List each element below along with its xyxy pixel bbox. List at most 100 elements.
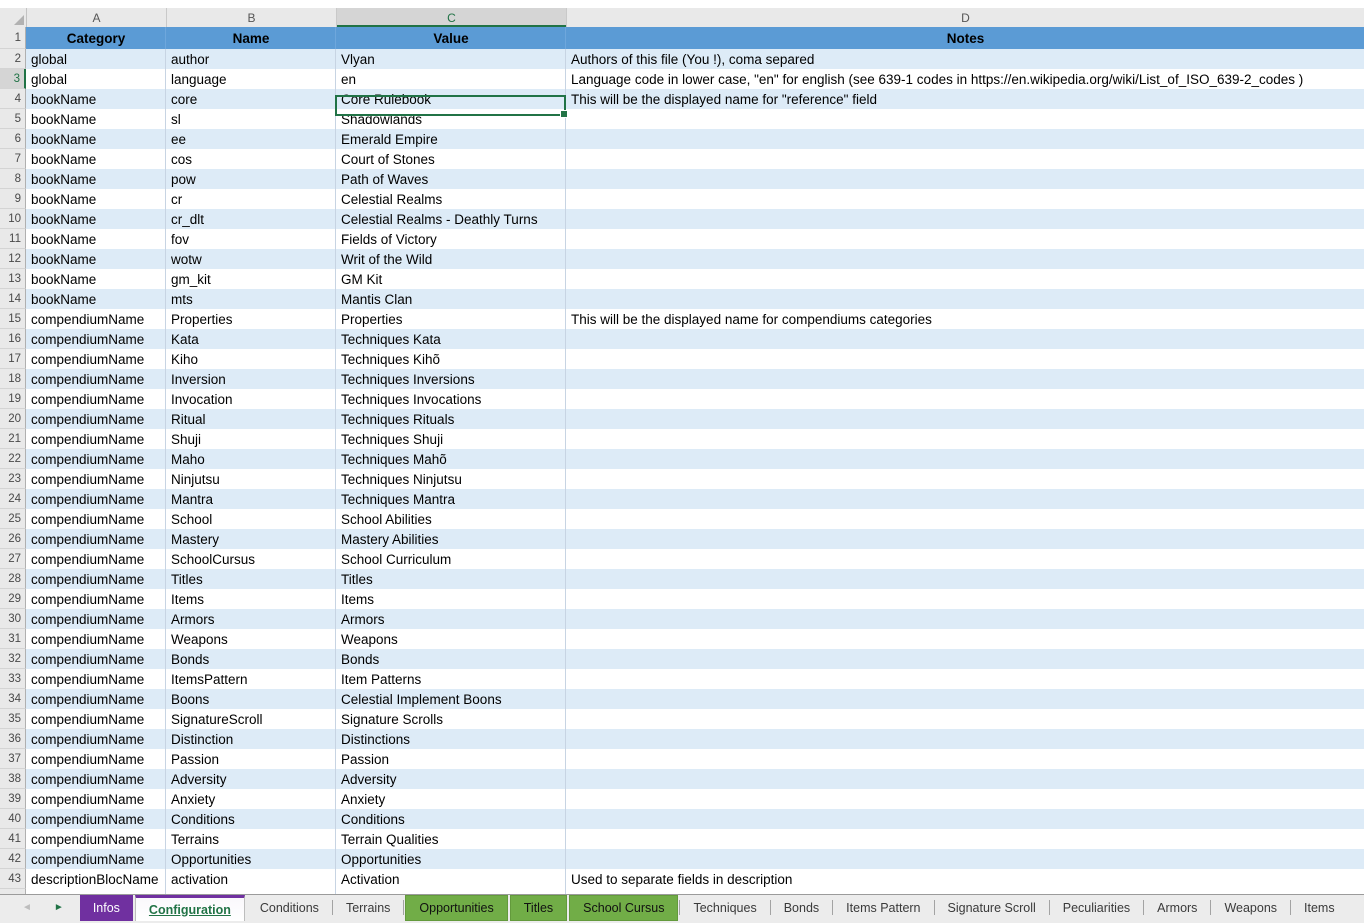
cell-value[interactable]: Bonds [336,649,566,669]
sheet-tab-peculiarities[interactable]: Peculiarities [1050,895,1143,921]
cell-category[interactable]: compendiumName [26,409,166,429]
cell-name[interactable]: cr_dlt [166,209,336,229]
row-header[interactable]: 12 [0,249,26,269]
cell-value[interactable]: Celestial Realms [336,189,566,209]
cell-notes[interactable] [566,689,1364,709]
cell-value[interactable]: Path of Waves [336,169,566,189]
cell-notes[interactable] [566,189,1364,209]
cell-notes[interactable]: Language code in lower case, "en" for en… [566,69,1364,89]
row-header[interactable]: 16 [0,329,26,349]
cell-category[interactable]: bookName [26,189,166,209]
row-header[interactable]: 14 [0,289,26,309]
cell-value[interactable]: Activation [336,869,566,889]
cell-value[interactable]: Passion [336,749,566,769]
cell-category[interactable]: compendiumName [26,329,166,349]
cell-name[interactable]: Invocation [166,389,336,409]
cell-value[interactable]: en [336,69,566,89]
cell-notes[interactable] [566,269,1364,289]
cell-notes[interactable] [566,349,1364,369]
cell-value[interactable]: Armors [336,609,566,629]
cell-name[interactable]: Mantra [166,489,336,509]
cell-notes[interactable] [566,409,1364,429]
header-cell-notes[interactable]: Notes [566,27,1364,49]
cell-category[interactable]: compendiumName [26,709,166,729]
cell-name[interactable]: Conditions [166,809,336,829]
active-cell-selection[interactable] [335,95,566,116]
row-header[interactable]: 37 [0,749,26,769]
cell-notes[interactable] [566,129,1364,149]
cell-category[interactable]: compendiumName [26,609,166,629]
cell-category[interactable]: compendiumName [26,809,166,829]
cell-category[interactable]: compendiumName [26,349,166,369]
cell-value[interactable]: Weapons [336,629,566,649]
cell-name[interactable]: Armors [166,609,336,629]
cell-notes[interactable] [566,289,1364,309]
cell-name[interactable]: cos [166,149,336,169]
row-header[interactable]: 41 [0,829,26,849]
cell-notes[interactable] [566,589,1364,609]
row-header[interactable]: 10 [0,209,26,229]
cell-name[interactable]: Bonds [166,649,336,669]
cell-name[interactable]: Boons [166,689,336,709]
row-header[interactable]: 11 [0,229,26,249]
cell-notes[interactable] [566,509,1364,529]
cell-value[interactable]: Adversity [336,769,566,789]
row-header[interactable]: 24 [0,489,26,509]
cell-category[interactable]: compendiumName [26,729,166,749]
row-header[interactable]: 17 [0,349,26,369]
cell-category[interactable]: compendiumName [26,469,166,489]
cell-category[interactable]: compendiumName [26,749,166,769]
cell-name[interactable]: language [166,69,336,89]
sheet-tab-infos[interactable]: Infos [80,895,133,921]
row-header[interactable]: 32 [0,649,26,669]
sheet-tab-techniques[interactable]: Techniques [680,895,769,921]
cell-name[interactable]: ItemsPattern [166,669,336,689]
sheet-tab-titles[interactable]: Titles [510,895,567,921]
cell-name[interactable]: Shuji [166,429,336,449]
sheet-tab-signature-scroll[interactable]: Signature Scroll [935,895,1049,921]
cell-category[interactable]: compendiumName [26,689,166,709]
cell-name[interactable]: sl [166,109,336,129]
cell-name[interactable]: Properties [166,309,336,329]
cell-name[interactable]: Terrains [166,829,336,849]
cell-category[interactable]: compendiumName [26,649,166,669]
cell-category[interactable]: compendiumName [26,669,166,689]
row-header[interactable]: 5 [0,109,26,129]
cell-notes[interactable] [566,329,1364,349]
cell-notes[interactable]: Used to separate fields in description [566,869,1364,889]
cell-notes[interactable] [566,149,1364,169]
sheet-tab-conditions[interactable]: Conditions [247,895,332,921]
row-header[interactable]: 15 [0,309,26,329]
cell-value[interactable]: Writ of the Wild [336,249,566,269]
cell-notes[interactable] [566,529,1364,549]
column-header-B[interactable]: B [167,8,337,27]
cell-notes[interactable] [566,109,1364,129]
cell-category[interactable]: compendiumName [26,529,166,549]
cell-name[interactable]: SchoolCursus [166,549,336,569]
cell-name[interactable]: Adversity [166,769,336,789]
cell-category[interactable]: compendiumName [26,549,166,569]
cell-notes[interactable] [566,569,1364,589]
header-cell-name[interactable]: Name [166,27,336,49]
cell-value[interactable]: Properties [336,309,566,329]
cell-notes[interactable] [566,809,1364,829]
cell-name[interactable]: Anxiety [166,789,336,809]
cell-notes[interactable] [566,469,1364,489]
cell-value[interactable]: Conditions [336,809,566,829]
cell-name[interactable]: core [166,89,336,109]
row-header[interactable]: 38 [0,769,26,789]
row-header[interactable]: 25 [0,509,26,529]
sheet-tab-items[interactable]: Items [1291,895,1348,921]
row-header[interactable]: 22 [0,449,26,469]
row-header[interactable]: 42 [0,849,26,869]
cell-category[interactable]: compendiumName [26,589,166,609]
cell-value[interactable]: Techniques Shuji [336,429,566,449]
cell-name[interactable]: pow [166,169,336,189]
cell-notes[interactable] [566,609,1364,629]
cell-value[interactable]: Vlyan [336,49,566,69]
cell-value[interactable]: GM Kit [336,269,566,289]
cell-value[interactable]: Opportunities [336,849,566,869]
sheet-tab-bonds[interactable]: Bonds [771,895,832,921]
cell-name[interactable]: Opportunities [166,849,336,869]
cell-value[interactable]: Techniques Kihõ [336,349,566,369]
